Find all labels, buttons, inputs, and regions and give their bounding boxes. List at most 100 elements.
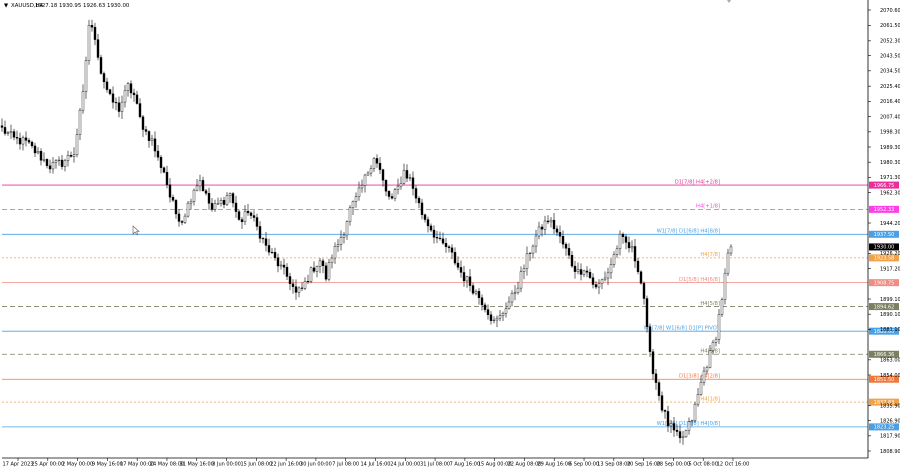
candle-body — [471, 285, 475, 294]
candle-body — [138, 103, 142, 118]
time-tick-label: 15 Aug 00:00 — [478, 462, 512, 468]
candle-body — [675, 429, 679, 432]
candle-body — [339, 237, 343, 245]
candle-body — [612, 254, 616, 265]
candle-body — [480, 297, 484, 306]
candle-body — [630, 246, 634, 249]
candle-body — [216, 203, 220, 205]
candle-body — [306, 281, 310, 283]
candle-body — [333, 246, 337, 259]
candle-body — [573, 265, 577, 272]
candle-body — [318, 260, 322, 267]
chart-area[interactable]: D1[7/8] H4[+2/8] 1966.75 H4[+1/8] 1952.33 W1… — [0, 0, 900, 468]
candle-body — [666, 411, 670, 427]
candle-body — [366, 172, 370, 176]
candle-body — [336, 244, 340, 247]
price-tick-label: 2025.40 — [880, 84, 900, 90]
candle-body — [90, 25, 94, 28]
candle-body — [120, 101, 124, 112]
price-tick-label: 2043.50 — [880, 53, 900, 59]
candle-body — [255, 217, 259, 227]
candle-body — [627, 242, 631, 249]
candle-body — [165, 172, 169, 185]
candle-body — [240, 219, 244, 222]
candle-body — [69, 155, 73, 157]
time-tick-label: 22 Jun 16:00 — [270, 462, 302, 468]
candle-body — [264, 238, 268, 246]
price-tick-label: 2052.30 — [880, 39, 900, 45]
candle-body — [204, 190, 208, 194]
price-tick-label: 1962.30 — [880, 190, 900, 196]
candle-body — [501, 313, 505, 316]
candle-body — [345, 221, 349, 236]
candle-body — [606, 272, 610, 279]
candle-body — [15, 137, 19, 139]
price-tick-label: 2034.50 — [880, 69, 900, 75]
candle-body — [648, 326, 652, 352]
level-price-tag-text: 1952.33 — [874, 207, 895, 213]
candle-body — [474, 291, 478, 294]
time-tick-label: 31 May 16:00 — [180, 462, 214, 468]
level-label: D1[7/8] H4[+2/8] — [675, 179, 720, 185]
candle-body — [291, 283, 295, 287]
candle-body — [270, 251, 274, 253]
candle-body — [567, 248, 571, 256]
candle-body — [570, 254, 574, 267]
price-chart[interactable]: D1[7/8] H4[+2/8] 1966.75 H4[+1/8] 1952.33 W1… — [0, 0, 900, 468]
candle-body — [384, 179, 388, 192]
level-label: H4[1/8] — [700, 396, 720, 402]
candle-body — [12, 131, 16, 138]
candle-body — [636, 260, 640, 272]
candle-body — [411, 177, 415, 189]
candle-body — [660, 395, 664, 411]
candle-body — [81, 91, 85, 111]
candle-body — [189, 201, 193, 204]
candle-body — [417, 197, 421, 204]
candle-body — [552, 219, 556, 230]
candle-body — [669, 423, 673, 427]
ohlc-readout: 1927.18 1930.95 1926.63 1930.00 — [35, 3, 130, 9]
current-price-tag-text: 1930.00 — [874, 245, 895, 251]
candle-body — [150, 138, 154, 141]
time-tick-label: 28 Sep 00:00 — [657, 462, 690, 468]
level-label: H4[5/8] — [700, 301, 720, 307]
level-price-tag-text: 1823.25 — [874, 425, 895, 431]
candle-body — [414, 188, 418, 199]
candle-body — [315, 266, 319, 272]
candle-body — [210, 203, 214, 210]
candle-body — [111, 93, 115, 103]
time-tick-label: 8 Jun 00:00 — [212, 462, 241, 468]
candle-body — [486, 309, 490, 315]
candle-body — [39, 151, 43, 161]
candle-body — [261, 238, 265, 240]
candle-body — [639, 271, 643, 284]
candle-body — [459, 267, 463, 273]
candle-body — [135, 94, 139, 104]
candle-body — [309, 267, 313, 282]
candle-body — [543, 220, 547, 230]
candle-body — [663, 410, 667, 412]
candle-body — [180, 221, 184, 223]
price-tick-label: 1917.20 — [880, 266, 900, 272]
candle-body — [303, 281, 307, 289]
candle-body — [516, 287, 520, 293]
candle-body — [132, 92, 136, 96]
level-label: W1[7/8] D1[6/8] H4[8/8] — [657, 228, 720, 234]
candle-body — [435, 237, 439, 239]
candle-body — [96, 39, 100, 58]
candle-body — [420, 202, 424, 215]
candle-body — [171, 197, 175, 201]
candle-body — [213, 203, 217, 210]
candle-body — [615, 248, 619, 255]
candle-body — [600, 279, 604, 284]
price-tick-label: 1835.90 — [880, 403, 900, 409]
candle-body — [483, 304, 487, 310]
time-tick-label: 6 Sep 00:00 — [569, 462, 599, 468]
candle-body — [24, 137, 28, 141]
level-price-tag-text: 1908.75 — [874, 280, 895, 286]
candle-body — [228, 193, 232, 197]
candle-body — [186, 202, 190, 217]
candle-body — [702, 370, 706, 383]
candle-body — [714, 339, 718, 343]
candle-body — [717, 314, 721, 340]
